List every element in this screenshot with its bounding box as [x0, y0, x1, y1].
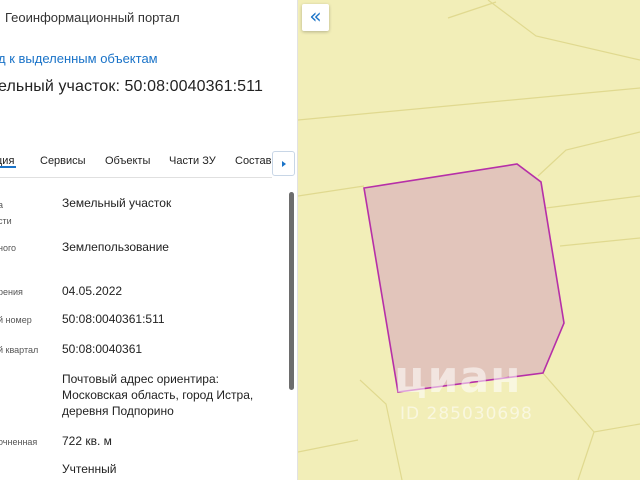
attr-label: й номер	[0, 315, 32, 325]
boundary-line	[447, 1, 497, 19]
map-canvas[interactable]	[298, 0, 640, 480]
tab-label: Состав	[235, 155, 272, 167]
boundary-line	[537, 131, 640, 177]
boundary-line	[487, 0, 640, 61]
attr-value: Земельный участок	[62, 196, 172, 210]
tab-label: Объекты	[105, 155, 151, 167]
active-tab-indicator	[0, 166, 16, 168]
collapse-panel-button[interactable]: «	[302, 4, 329, 31]
boundary-line	[559, 237, 640, 247]
attr-label: ного	[0, 243, 17, 253]
boundary-line	[545, 195, 640, 209]
double-chevron-left-icon: «	[309, 4, 322, 28]
boundary-line	[298, 185, 365, 197]
boundary-line	[359, 379, 403, 480]
attr-value-address: Почтовый адрес ориентира: Московская обл…	[62, 372, 254, 418]
boundary-line	[298, 87, 640, 121]
tab-services[interactable]: Сервисы	[40, 155, 86, 167]
tab-objects[interactable]: Объекты	[105, 155, 150, 167]
tab-bar: ция Сервисы Объекты Части ЗУ Состав	[0, 150, 272, 178]
tab-composition[interactable]: Состав	[235, 155, 271, 167]
attr-label: й квартал	[0, 345, 39, 355]
boundary-line	[577, 431, 595, 480]
attr-value: Учтенный	[62, 462, 117, 476]
attr-value: 50:08:0040361:511	[62, 312, 165, 326]
tab-parts[interactable]: Части ЗУ	[169, 155, 216, 167]
attr-value: Землепользование	[62, 240, 169, 254]
attr-label: очненная	[0, 437, 38, 447]
tabs-scroll-right-button[interactable]	[272, 151, 295, 176]
attr-value: 04.05.2022	[62, 284, 123, 298]
panel-scrollbar-thumb[interactable]	[289, 192, 294, 390]
boundary-line	[541, 371, 640, 433]
map-view[interactable]: циан ID 285030698	[298, 0, 640, 480]
attr-value: 722 кв. м	[62, 434, 112, 448]
attr-value: 50:08:0040361	[62, 342, 143, 356]
page-title: ельный участок: 50:08:0040361:511	[0, 78, 263, 95]
boundary-line	[298, 439, 359, 453]
attr-label: а сти	[0, 200, 12, 226]
attr-label: рения	[0, 287, 23, 297]
portal-title: Геоинформационный портал	[5, 10, 180, 25]
tab-label: Сервисы	[40, 155, 86, 167]
back-to-selected-link[interactable]: д к выделенным объектам	[0, 51, 158, 66]
info-panel: Геоинформационный портал д к выделенным …	[0, 0, 298, 480]
tab-label: Части ЗУ	[169, 155, 216, 167]
tab-information[interactable]: ция	[0, 155, 16, 168]
selected-parcel[interactable]	[363, 163, 565, 393]
chevron-right-icon	[281, 160, 286, 167]
